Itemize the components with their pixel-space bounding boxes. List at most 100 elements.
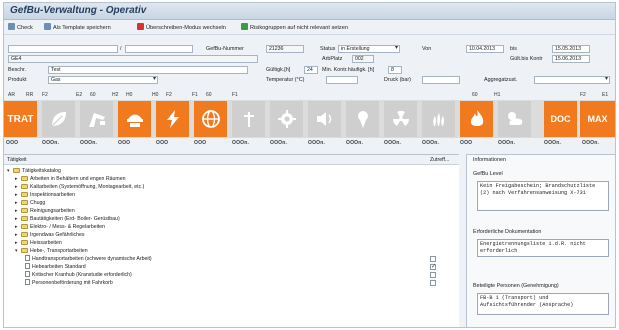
window-title: GefBu-Verwaltung - Operativ: [10, 5, 147, 16]
document-icon: [25, 279, 30, 285]
doc-tile[interactable]: DOC: [544, 101, 577, 137]
produkt-label: Produkt: [8, 77, 27, 83]
tree-item[interactable]: ▸ Heissarbeiten: [15, 239, 62, 247]
tree-subitem[interactable]: Personenbeförderung mit Fahrkorb: [25, 279, 113, 287]
persons-text[interactable]: FB-B 1 (Transport) und Aufsichtsführende…: [477, 293, 609, 315]
tree-subitem[interactable]: Hebearbeiten Standard: [25, 263, 86, 271]
gueltigkeit-field[interactable]: 24: [304, 66, 318, 74]
save-template-button[interactable]: Als Template speichern: [44, 23, 111, 33]
strip-header-label: E2: [76, 92, 83, 98]
folder-icon: [21, 240, 28, 245]
folder-icon: [21, 176, 28, 181]
weather-icon[interactable]: [498, 101, 531, 137]
tree-item[interactable]: ▸ Elektro- / Mess- & Regelarbeiten: [15, 223, 105, 231]
tree-item[interactable]: ▸ Arbeiten in Behältern und engen Räumen: [15, 175, 125, 183]
slash-separator: /: [120, 46, 122, 52]
von-label: Von: [422, 46, 432, 52]
app-window: GefBu-Verwaltung - Operativ Check Als Te…: [3, 2, 616, 328]
tree-root[interactable]: ▾ Tätigkeitskatalog: [7, 167, 61, 175]
strip-header-label: H1: [494, 92, 501, 98]
strip-header-label: F2: [166, 92, 172, 98]
risk-groups-button[interactable]: Risikogruppen auf nicht relevant setzen: [241, 23, 348, 33]
folder-icon: [21, 192, 28, 197]
gefbu-number-field: 21236: [266, 45, 304, 53]
min-kontr-label: Min. Kontr.häufigk. [h]: [322, 67, 375, 73]
beschr-field[interactable]: Test: [48, 66, 248, 74]
overwrite-mode-button[interactable]: Überschreiben-Modus wechseln: [137, 23, 226, 33]
globe-icon[interactable]: [194, 101, 227, 137]
trat-tile[interactable]: TRAT: [4, 101, 37, 137]
folder-icon: [21, 200, 28, 205]
von-date-field[interactable]: 10.04.2013: [466, 45, 504, 53]
zutreff-checkbox[interactable]: [430, 256, 436, 262]
gueltigkeit-label: Gültigk.[h]: [266, 67, 291, 73]
speaker-icon[interactable]: [308, 101, 341, 137]
strip-header-label: AR: [8, 92, 15, 98]
zutreff-checkbox[interactable]: [430, 280, 436, 286]
max-tile[interactable]: MAX: [580, 101, 615, 137]
tile-status-text: OOOn.: [498, 140, 516, 146]
aggregate-state-select[interactable]: [534, 76, 610, 84]
tile-status-text: OOOn.: [80, 140, 98, 146]
column-header-task[interactable]: Tätigkeit: [7, 156, 27, 164]
strip-header-label: H0: [152, 92, 159, 98]
tree-item[interactable]: ▸ Kaltarbeiten (Systemöffnung, Montagearb…: [15, 183, 144, 191]
tile-status-text: OOOn.: [582, 140, 600, 146]
tree-subitem[interactable]: Kritischer Kranhub (Kranstudie erforderl…: [25, 271, 132, 279]
zutreff-checkbox[interactable]: ✓: [430, 264, 436, 270]
strip-header-label: H0: [126, 92, 133, 98]
antenna-icon[interactable]: [232, 101, 265, 137]
tree-header: Tätigkeit Zutreff...: [4, 155, 459, 165]
check-button[interactable]: Check: [8, 23, 33, 33]
tile-status-text: OOO: [118, 140, 131, 146]
heat-icon[interactable]: [422, 101, 455, 137]
tile-status-text: OOOn.: [232, 140, 250, 146]
gueltig-kontr-label: Gült.bis Kontr: [510, 56, 543, 62]
status-label: Status: [320, 46, 336, 52]
id-field-right[interactable]: [125, 45, 193, 53]
document-icon: [25, 271, 30, 277]
status-select[interactable]: in Erstellung: [338, 45, 400, 53]
tree-item[interactable]: ▸ Irgendwas Gefährliches: [15, 231, 85, 239]
aggregate-state-label: Aggregatzust.: [484, 77, 518, 83]
min-kontr-field[interactable]: 8: [388, 66, 402, 74]
tile-status-text: OOO: [460, 140, 473, 146]
strip-header-label: F2: [580, 92, 586, 98]
leaf-icon[interactable]: [42, 101, 75, 137]
tree-subitem[interactable]: Handtransportarbeiten (schwere dynamisch…: [25, 255, 152, 263]
tree-item[interactable]: ▸ Inspektionsarbeiten: [15, 191, 75, 199]
radiation-icon[interactable]: [384, 101, 417, 137]
strip-header-label: F1: [232, 92, 238, 98]
tree-item[interactable]: ▸ Bautätigkeiten (Erd- Boiler- Gerüstbau): [15, 215, 120, 223]
strip-header-label: E1: [602, 92, 609, 98]
temperature-label: Temperatur (°C): [266, 77, 305, 83]
temperature-field[interactable]: [326, 76, 358, 84]
zutreff-checkbox[interactable]: [430, 272, 436, 278]
overwrite-icon: [137, 23, 144, 30]
lightning-icon[interactable]: [156, 101, 189, 137]
produkt-select[interactable]: Gas: [48, 76, 158, 84]
pressure-field[interactable]: [422, 76, 460, 84]
tree-item[interactable]: ▸ Chugg: [15, 199, 45, 207]
tree-item[interactable]: ▾ Hebe-, Transportarbeiten: [15, 247, 88, 255]
folder-icon: [21, 208, 28, 213]
crane-icon[interactable]: [80, 101, 113, 137]
strip-header-label: H2: [112, 92, 119, 98]
gueltig-kontr-field[interactable]: 15.06.2013: [552, 55, 590, 63]
folder-icon: [21, 184, 28, 189]
pin-icon[interactable]: [346, 101, 379, 137]
gear-icon[interactable]: [270, 101, 303, 137]
fire-icon[interactable]: [460, 101, 493, 137]
tree-item[interactable]: ▸ Reinigungsarbeiten: [15, 207, 75, 215]
id-field-left[interactable]: [8, 45, 118, 53]
hardhat-icon[interactable]: [118, 101, 151, 137]
tile-status-text: OOOn.: [544, 140, 562, 146]
docs-text[interactable]: Energietrennungsliste i.d.R. nicht erfor…: [477, 239, 609, 257]
column-header-zutreff[interactable]: Zutreff...: [430, 156, 449, 164]
bis-date-field[interactable]: 15.05.2013: [552, 45, 590, 53]
strip-header-label: RR: [26, 92, 34, 98]
bis-label: bis: [510, 46, 517, 52]
gefbu-level-text[interactable]: Kein Freigabeschein; Brandschutzliste (2…: [477, 181, 609, 211]
gefbu-number-label: GefBu-Nummer: [206, 46, 244, 52]
arbplatz-label: ArbPlatz: [322, 56, 343, 62]
